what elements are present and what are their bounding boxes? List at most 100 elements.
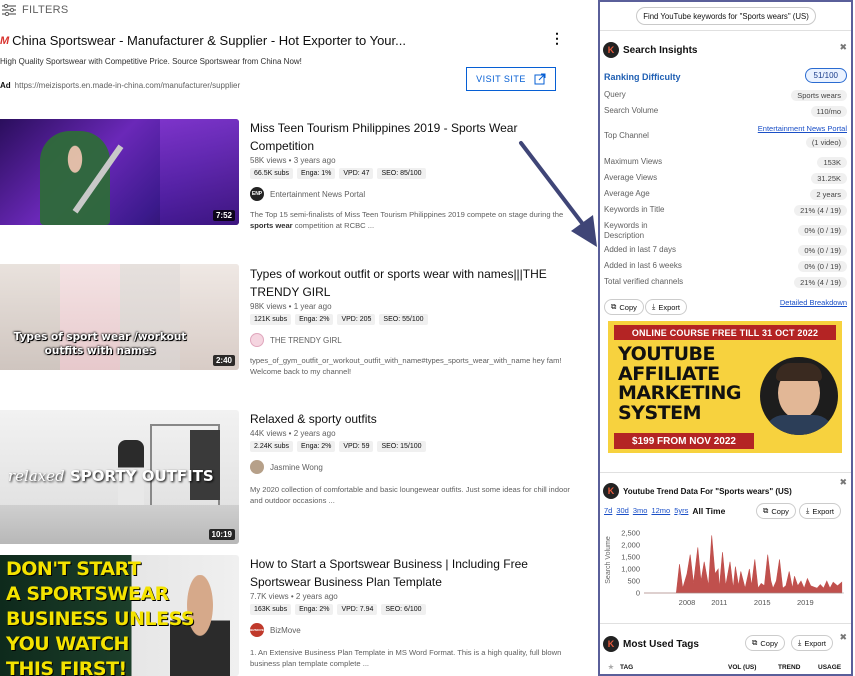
ad-badge: Ad bbox=[0, 81, 11, 90]
insights-copy-button[interactable]: ⧉ Copy bbox=[604, 299, 644, 315]
download-icon: ⤓ bbox=[652, 302, 656, 311]
trend-export-button[interactable]: ⤓ Export bbox=[799, 503, 842, 519]
channel-link[interactable]: THE TRENDY GIRL bbox=[250, 333, 575, 347]
tab-12mo[interactable]: 12mo bbox=[651, 506, 670, 516]
channel-name: BizMove bbox=[270, 625, 301, 635]
trend-copy-button[interactable]: ⧉ Copy bbox=[756, 503, 796, 519]
y-tick-label: 2,000 bbox=[621, 541, 640, 550]
promo-headline: YOUTUBE AFFILIATE MARKETING SYSTEM bbox=[618, 343, 741, 424]
keywords-everywhere-logo-icon: K bbox=[603, 483, 619, 499]
col-vol[interactable]: VOL (US) bbox=[728, 664, 756, 671]
video-duration: 10:19 bbox=[208, 529, 235, 540]
channel-avatar: BIZMOVE bbox=[250, 623, 264, 637]
tab-3mo[interactable]: 3mo bbox=[633, 506, 648, 516]
y-tick-label: 1,500 bbox=[621, 553, 640, 562]
video-title[interactable]: Types of workout outfit or sports wear w… bbox=[250, 265, 575, 301]
insight-row-top-channel: Top Channel Entertainment News Portal (1… bbox=[604, 124, 847, 148]
channel-avatar bbox=[250, 460, 264, 474]
channel-avatar: ENP bbox=[250, 187, 264, 201]
keyword-extension-panel: Find YouTube keywords for "Sports wears"… bbox=[598, 0, 853, 676]
ad-title-link[interactable]: M China Sportswear - Manufacturer & Supp… bbox=[0, 33, 580, 48]
ad-result: M China Sportswear - Manufacturer & Supp… bbox=[0, 31, 580, 91]
tab-7d[interactable]: 7d bbox=[604, 506, 612, 516]
video-duration: 7:52 bbox=[212, 210, 235, 221]
tags-export-button[interactable]: ⤓ Export bbox=[791, 635, 834, 651]
tags-title: Most Used Tags bbox=[623, 638, 699, 650]
stat-subs: 66.5K subs bbox=[250, 168, 294, 179]
divider bbox=[600, 30, 851, 31]
stat-engagement: Enga: 1% bbox=[297, 168, 336, 179]
insights-export-button[interactable]: ⤓ Export bbox=[645, 299, 688, 315]
x-tick-label: 2019 bbox=[797, 598, 814, 607]
tab-all-time[interactable]: All Time bbox=[692, 506, 725, 516]
stat-seo: SEO: 85/100 bbox=[377, 168, 426, 179]
made-in-china-logo-icon: M bbox=[0, 34, 10, 47]
video-thumbnail[interactable]: 7:52 bbox=[0, 119, 239, 225]
stat-seo: SEO: 55/100 bbox=[379, 314, 428, 325]
trend-range-tabs: 7d 30d 3mo 12mo 5yrs All Time bbox=[604, 506, 725, 516]
search-insights-title: Search Insights bbox=[623, 44, 698, 56]
channel-name: Jasmine Wong bbox=[270, 462, 323, 472]
thumbnail-caption: relaxed SPORTY OUTFITS bbox=[8, 467, 214, 485]
col-tag[interactable]: TAG bbox=[620, 664, 633, 671]
video-title[interactable]: Relaxed & sporty outfits bbox=[250, 410, 575, 428]
col-usage[interactable]: USAGE bbox=[818, 664, 841, 671]
visit-site-label: VISIT SITE bbox=[476, 74, 526, 84]
tab-30d[interactable]: 30d bbox=[616, 506, 629, 516]
y-axis-label: Search Volume bbox=[605, 536, 612, 584]
tab-5yrs[interactable]: 5yrs bbox=[674, 506, 688, 516]
col-trend[interactable]: TREND bbox=[778, 664, 800, 671]
stat-engagement: Enga: 2% bbox=[297, 441, 336, 452]
promo-portrait bbox=[760, 357, 838, 435]
find-keywords-button[interactable]: Find YouTube keywords for "Sports wears"… bbox=[636, 7, 816, 25]
channel-name: Entertainment News Portal bbox=[270, 189, 366, 199]
thumbnail-caption: Types of sport wear /workout outfits wit… bbox=[13, 331, 187, 357]
x-tick-label: 2015 bbox=[754, 598, 771, 607]
detailed-breakdown-link[interactable]: Detailed Breakdown bbox=[780, 298, 847, 307]
stat-subs: 2.24K subs bbox=[250, 441, 294, 452]
divider bbox=[600, 623, 851, 624]
channel-link[interactable]: BIZMOVE BizMove bbox=[250, 623, 575, 637]
video-description: types_of_gym_outfit_or_workout_outfit_wi… bbox=[250, 356, 562, 376]
download-icon: ⤓ bbox=[806, 506, 810, 515]
top-channel-link[interactable]: Entertainment News Portal bbox=[758, 124, 847, 133]
close-icon[interactable]: ✖ bbox=[839, 42, 847, 53]
video-thumbnail[interactable]: DON'T START A SPORTSWEAR BUSINESS UNLESS… bbox=[0, 555, 239, 676]
trend-header: K Youtube Trend Data For "Sports wears" … bbox=[603, 483, 792, 499]
download-icon: ⤓ bbox=[798, 638, 802, 647]
x-tick-label: 2011 bbox=[711, 598, 727, 607]
stat-engagement: Enga: 2% bbox=[295, 604, 334, 615]
stat-vpd: VPD: 59 bbox=[339, 441, 374, 452]
y-tick-label: 0 bbox=[636, 589, 640, 598]
y-tick-label: 500 bbox=[627, 577, 640, 586]
external-link-icon bbox=[534, 73, 546, 85]
filters-button[interactable]: FILTERS bbox=[2, 4, 69, 16]
video-stats: 2.24K subs Enga: 2% VPD: 59 SEO: 15/100 bbox=[250, 441, 575, 452]
channel-link[interactable]: Jasmine Wong bbox=[250, 460, 575, 474]
stat-engagement: Enga: 2% bbox=[295, 314, 334, 325]
video-title[interactable]: How to Start a Sportswear Business | Inc… bbox=[250, 555, 575, 591]
keywords-everywhere-logo-icon: K bbox=[603, 636, 619, 652]
ad-title: China Sportswear - Manufacturer & Suppli… bbox=[12, 33, 406, 48]
filters-label: FILTERS bbox=[22, 4, 69, 16]
ad-url[interactable]: https://meizisports.en.made-in-china.com… bbox=[15, 81, 240, 90]
more-options-icon[interactable]: ⋮ bbox=[550, 31, 564, 45]
video-thumbnail[interactable]: Types of sport wear /workout outfits wit… bbox=[0, 264, 239, 370]
tags-copy-button[interactable]: ⧉ Copy bbox=[745, 635, 785, 651]
thumbnail-caption: DON'T START A SPORTSWEAR BUSINESS UNLESS… bbox=[6, 558, 195, 676]
channel-avatar bbox=[250, 333, 264, 347]
close-icon[interactable]: ✖ bbox=[839, 477, 847, 488]
trend-area bbox=[644, 535, 843, 594]
promo-top-text: ONLINE COURSE FREE TILL 31 OCT 2022 bbox=[614, 325, 836, 340]
promo-banner[interactable]: ONLINE COURSE FREE TILL 31 OCT 2022 YOUT… bbox=[608, 321, 842, 453]
close-icon[interactable]: ✖ bbox=[839, 632, 847, 643]
copy-icon: ⧉ bbox=[752, 638, 758, 647]
annotation-arrow bbox=[519, 141, 597, 247]
ad-description: High Quality Sportswear with Competitive… bbox=[0, 57, 302, 66]
video-meta: 44K views • 2 years ago bbox=[250, 429, 336, 438]
visit-site-button[interactable]: VISIT SITE bbox=[466, 67, 556, 91]
stat-vpd: VPD: 205 bbox=[337, 314, 376, 325]
video-thumbnail[interactable]: relaxed SPORTY OUTFITS 10:19 bbox=[0, 410, 239, 544]
y-tick-label: 2,500 bbox=[621, 529, 640, 538]
video-description: 1. An Extensive Business Plan Template i… bbox=[250, 648, 562, 668]
